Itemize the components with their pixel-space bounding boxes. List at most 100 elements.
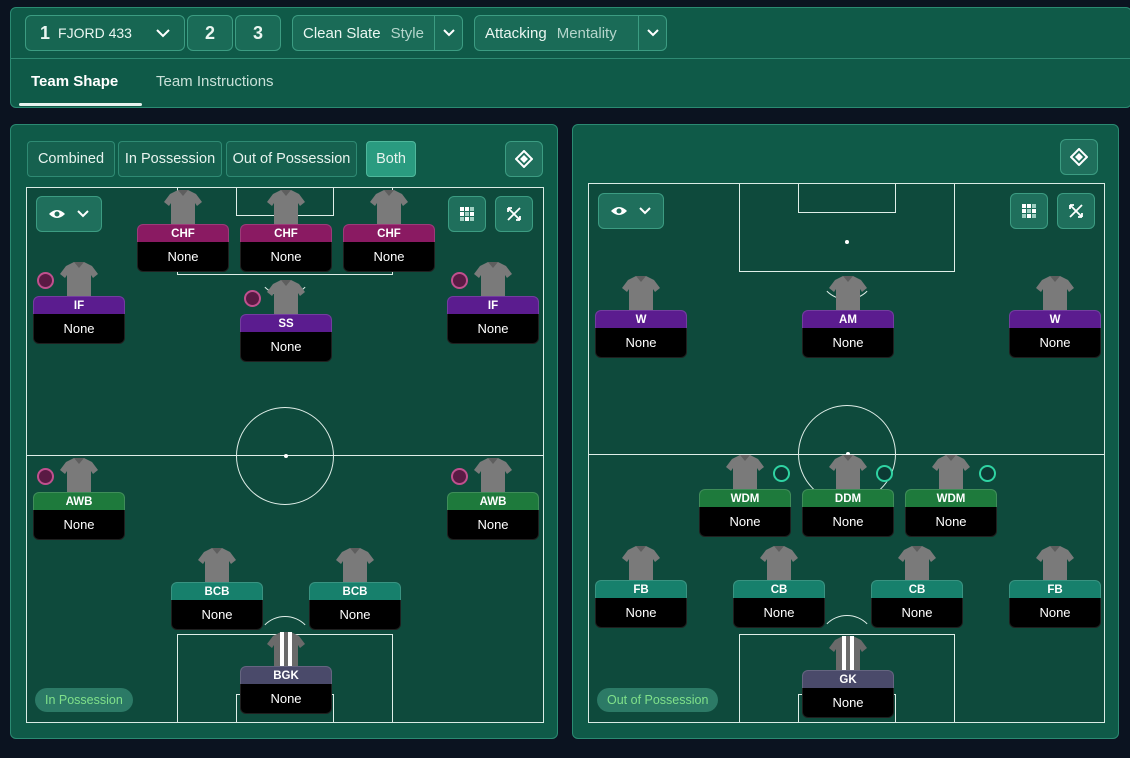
player-card[interactable]: CHF None	[137, 190, 229, 282]
player-card-goalkeeper[interactable]: BGK None	[240, 632, 332, 722]
in-possession-panel: Combined In Possession Out of Possession…	[10, 124, 558, 739]
player-card[interactable]: WDM None	[699, 455, 791, 547]
tab-team-instructions[interactable]: Team Instructions	[156, 73, 274, 90]
shirt-icon	[267, 632, 305, 666]
shirt-icon	[336, 548, 374, 582]
style-dropdown-button[interactable]	[434, 16, 462, 50]
player-card[interactable]: IF None	[33, 262, 125, 354]
player-name: None	[240, 332, 332, 362]
player-name: None	[447, 314, 539, 344]
style-select[interactable]: Clean Slate Style	[292, 15, 463, 51]
shirt-icon	[622, 276, 660, 310]
tactic-slot-1-number: 1	[40, 22, 51, 43]
pitch-toggle-button[interactable]	[1060, 139, 1098, 175]
player-name: None	[240, 242, 332, 272]
chevron-down-icon	[639, 207, 651, 215]
grid-view-button[interactable]	[448, 196, 486, 232]
player-name: None	[33, 510, 125, 540]
role-label: BCB	[309, 582, 401, 600]
player-name: None	[309, 600, 401, 630]
mentality-dropdown-button[interactable]	[638, 16, 666, 50]
player-name: None	[699, 507, 791, 537]
role-duty-icon	[37, 468, 54, 485]
tactic-slot-1-button[interactable]: 1 FJORD 433	[25, 15, 185, 51]
role-label: CHF	[137, 224, 229, 242]
chevron-down-icon	[77, 210, 89, 218]
grid-icon	[460, 207, 474, 221]
visibility-toggle-button[interactable]	[36, 196, 102, 232]
tactic-slot-2-button[interactable]: 2	[187, 15, 233, 51]
role-label: W	[1009, 310, 1101, 328]
mentality-label: Mentality	[556, 24, 617, 42]
player-card[interactable]: CHF None	[240, 190, 332, 282]
role-label: FB	[595, 580, 687, 598]
player-card[interactable]: DDM None	[802, 455, 894, 547]
role-duty-icon	[37, 272, 54, 289]
shirt-icon	[474, 262, 512, 296]
player-name: None	[447, 510, 539, 540]
shirt-icon	[60, 262, 98, 296]
shirt-icon	[1036, 276, 1074, 310]
player-card[interactable]: W None	[1009, 276, 1101, 368]
player-name: None	[171, 600, 263, 630]
pitch-toggle-icon	[1070, 148, 1088, 166]
expand-icon	[507, 207, 521, 221]
player-name: None	[905, 507, 997, 537]
player-card[interactable]: FB None	[595, 546, 687, 638]
mentality-select[interactable]: Attacking Mentality	[474, 15, 667, 51]
shirt-icon	[474, 458, 512, 492]
pitch-toggle-button[interactable]	[505, 141, 543, 177]
role-label: CB	[871, 580, 963, 598]
role-label: BGK	[240, 666, 332, 684]
shirt-icon	[829, 636, 867, 670]
player-card-goalkeeper[interactable]: GK None	[802, 636, 894, 722]
player-card[interactable]: AWB None	[447, 458, 539, 550]
player-card[interactable]: AWB None	[33, 458, 125, 550]
player-name: None	[802, 328, 894, 358]
shirt-icon	[932, 455, 970, 489]
expand-button[interactable]	[495, 196, 533, 232]
view-mode-out-of-possession[interactable]: Out of Possession	[226, 141, 357, 177]
player-card[interactable]: WDM None	[905, 455, 997, 547]
player-name: None	[343, 242, 435, 272]
player-name: None	[802, 507, 894, 537]
pitch-toggle-icon	[515, 150, 533, 168]
view-mode-in-possession[interactable]: In Possession	[118, 141, 222, 177]
role-label: CHF	[240, 224, 332, 242]
player-card[interactable]: CB None	[733, 546, 825, 638]
shirt-icon	[198, 548, 236, 582]
player-name: None	[595, 598, 687, 628]
player-card[interactable]: W None	[595, 276, 687, 368]
active-tab-underline	[19, 103, 142, 106]
view-mode-both[interactable]: Both	[366, 141, 416, 177]
role-label: AWB	[447, 492, 539, 510]
player-card[interactable]: IF None	[447, 262, 539, 354]
view-mode-combined[interactable]: Combined	[27, 141, 115, 177]
player-card[interactable]: SS None	[240, 280, 332, 372]
player-name: None	[33, 314, 125, 344]
player-card[interactable]: AM None	[802, 276, 894, 368]
player-card[interactable]: CHF None	[343, 190, 435, 282]
role-label: IF	[447, 296, 539, 314]
player-card[interactable]: FB None	[1009, 546, 1101, 638]
eye-icon	[49, 210, 65, 218]
tactic-slot-3-number: 3	[252, 22, 263, 43]
role-duty-icon	[979, 465, 996, 482]
player-name: None	[1009, 328, 1101, 358]
chevron-down-icon[interactable]	[154, 24, 172, 42]
visibility-toggle-button[interactable]	[598, 193, 664, 229]
possession-mode-pill: Out of Possession	[597, 688, 719, 712]
tactic-slot-3-button[interactable]: 3	[235, 15, 281, 51]
grid-icon	[1022, 204, 1036, 218]
role-label: WDM	[905, 489, 997, 507]
player-card[interactable]: BCB None	[171, 548, 263, 640]
role-label: AM	[802, 310, 894, 328]
player-card[interactable]: CB None	[871, 546, 963, 638]
player-name: None	[733, 598, 825, 628]
tab-team-shape[interactable]: Team Shape	[31, 73, 118, 90]
grid-view-button[interactable]	[1010, 193, 1048, 229]
expand-button[interactable]	[1057, 193, 1095, 229]
player-card[interactable]: BCB None	[309, 548, 401, 640]
shirt-icon	[267, 190, 305, 224]
shirt-icon	[370, 190, 408, 224]
